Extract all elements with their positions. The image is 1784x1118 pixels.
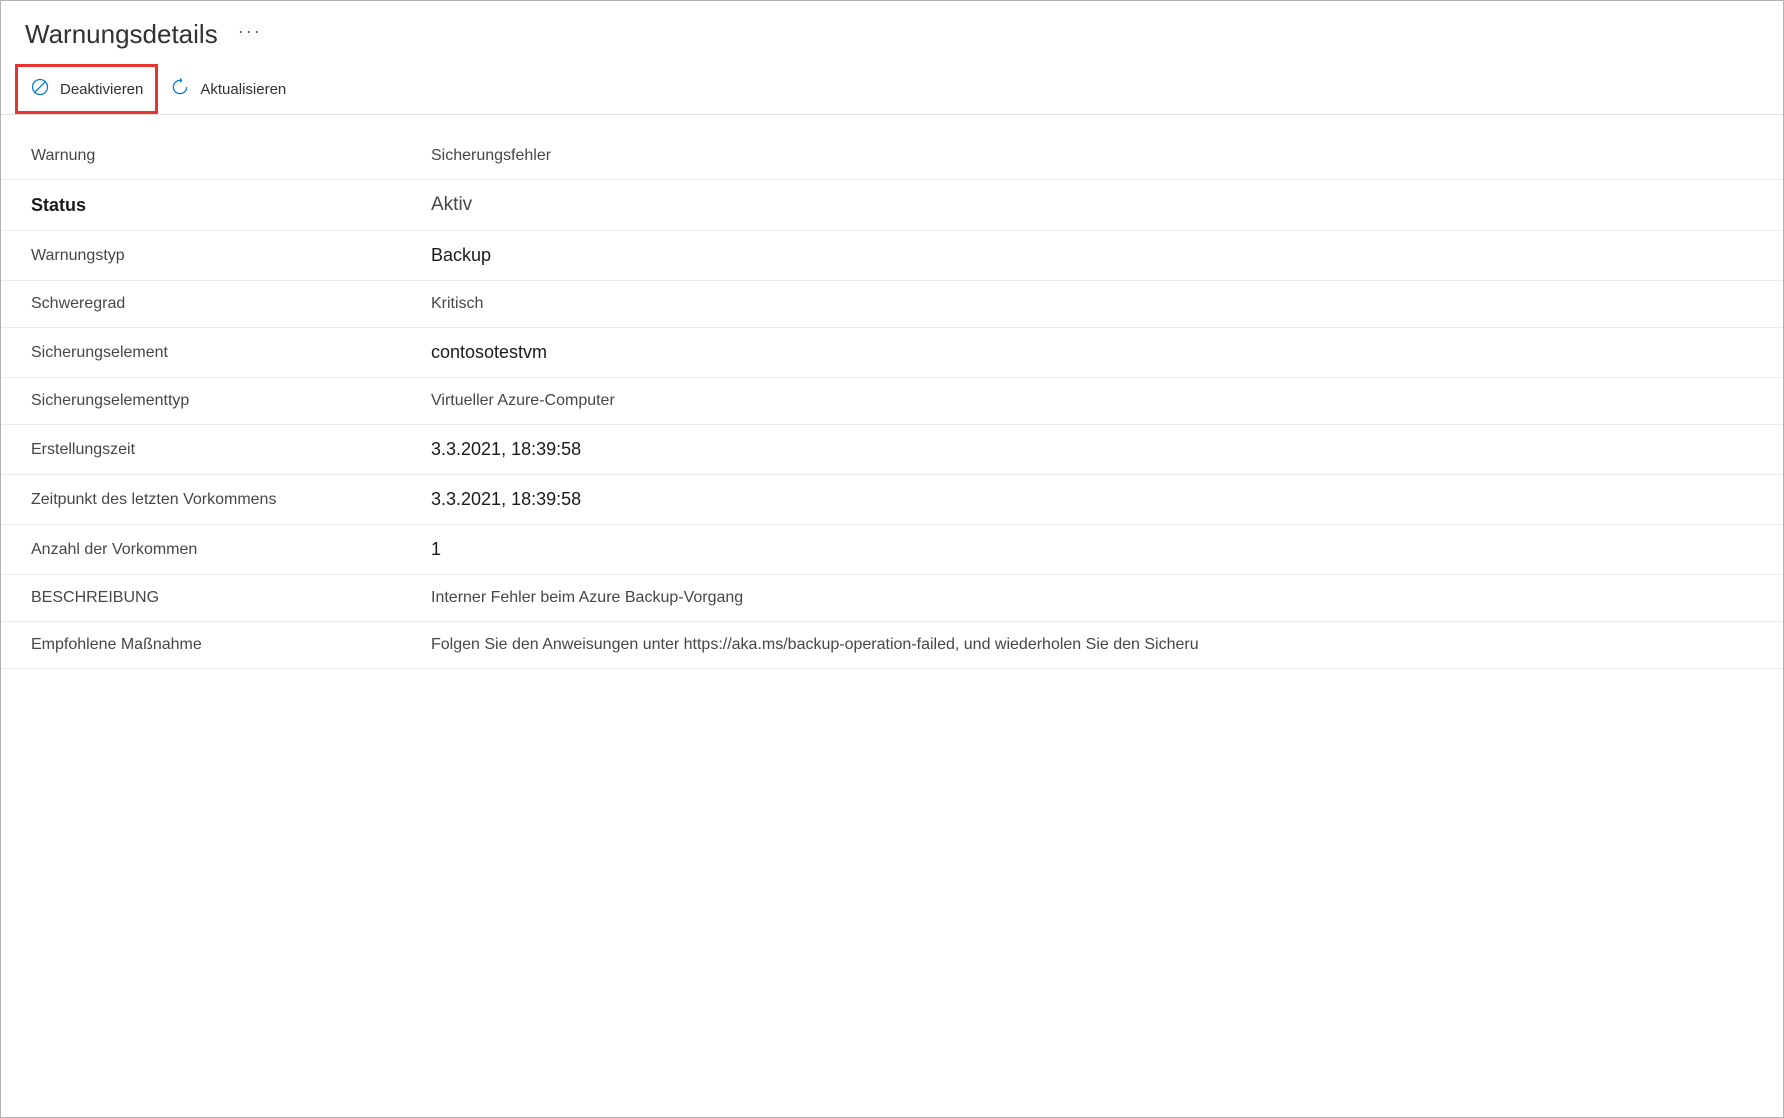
detail-label: Sicherungselement [31, 344, 431, 362]
detail-row: Zeitpunkt des letzten Vorkommens3.3.2021… [1, 475, 1783, 525]
toolbar: Deaktivieren Aktualisieren [1, 58, 1783, 115]
panel-header: Warnungsdetails ··· [1, 1, 1783, 58]
refresh-icon [170, 77, 190, 101]
detail-row: Sicherungselementcontosotestvm [1, 328, 1783, 378]
details-list: WarnungSicherungsfehlerStatusAktivWarnun… [1, 115, 1783, 669]
deactivate-label: Deaktivieren [60, 81, 143, 98]
detail-row: SchweregradKritisch [1, 281, 1783, 328]
detail-row: WarnungstypBackup [1, 231, 1783, 281]
detail-row: Empfohlene MaßnahmeFolgen Sie den Anweis… [1, 622, 1783, 669]
detail-value: Virtueller Azure-Computer [431, 392, 615, 410]
detail-label: Anzahl der Vorkommen [31, 541, 431, 559]
alert-details-panel: Warnungsdetails ··· Deaktivieren Aktuali… [0, 0, 1784, 1118]
deactivate-button[interactable]: Deaktivieren [15, 64, 158, 114]
block-icon [30, 77, 50, 101]
detail-label: Warnung [31, 147, 431, 165]
detail-value: Folgen Sie den Anweisungen unter https:/… [431, 636, 1199, 654]
more-options-button[interactable]: ··· [238, 21, 262, 42]
detail-value: Backup [431, 245, 491, 266]
detail-label: Zeitpunkt des letzten Vorkommens [31, 491, 431, 509]
detail-value: Kritisch [431, 295, 483, 313]
detail-row: StatusAktiv [1, 180, 1783, 231]
detail-label: Sicherungselementtyp [31, 392, 431, 410]
detail-value: 3.3.2021, 18:39:58 [431, 439, 581, 460]
detail-row: Erstellungszeit3.3.2021, 18:39:58 [1, 425, 1783, 475]
detail-label: Warnungstyp [31, 247, 431, 265]
detail-row: BESCHREIBUNGInterner Fehler beim Azure B… [1, 575, 1783, 622]
detail-value: 1 [431, 539, 441, 560]
refresh-label: Aktualisieren [200, 81, 286, 98]
detail-row: WarnungSicherungsfehler [1, 133, 1783, 180]
detail-value: contosotestvm [431, 342, 547, 363]
page-title: Warnungsdetails [25, 19, 218, 50]
detail-label: Status [31, 195, 431, 216]
detail-value: 3.3.2021, 18:39:58 [431, 489, 581, 510]
detail-row: Anzahl der Vorkommen1 [1, 525, 1783, 575]
detail-value: Aktiv [431, 194, 472, 216]
detail-value: Interner Fehler beim Azure Backup-Vorgan… [431, 589, 743, 607]
detail-value: Sicherungsfehler [431, 147, 551, 165]
detail-label: BESCHREIBUNG [31, 589, 431, 607]
detail-label: Erstellungszeit [31, 441, 431, 459]
detail-label: Empfohlene Maßnahme [31, 636, 431, 654]
detail-label: Schweregrad [31, 295, 431, 313]
detail-row: SicherungselementtypVirtueller Azure-Com… [1, 378, 1783, 425]
refresh-button[interactable]: Aktualisieren [158, 67, 298, 111]
